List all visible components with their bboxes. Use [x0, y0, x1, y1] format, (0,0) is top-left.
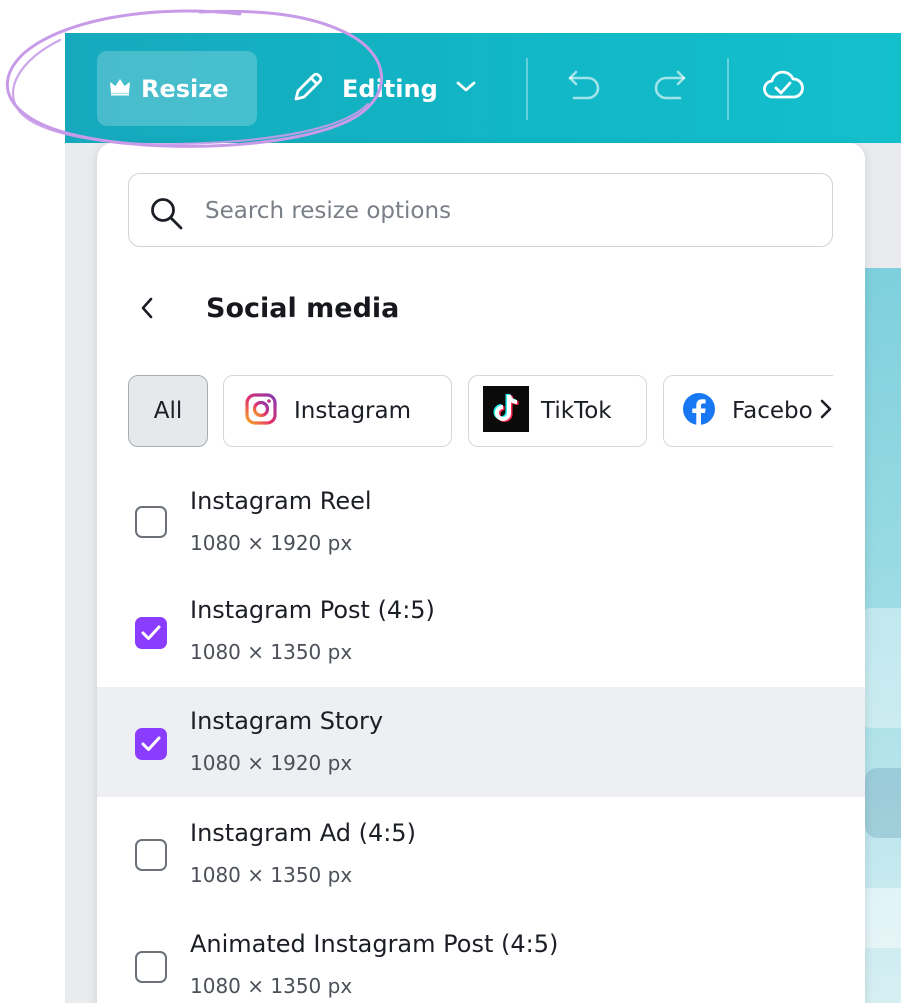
search-box[interactable]	[128, 173, 833, 247]
checkbox-checked[interactable]	[135, 617, 167, 649]
size-option-name: Instagram Ad (4:5)	[190, 819, 416, 847]
toolbar-divider	[526, 58, 528, 120]
size-option-name: Animated Instagram Post (4:5)	[190, 930, 559, 958]
redo-icon	[652, 70, 692, 106]
filter-chip-all[interactable]: All	[128, 375, 208, 447]
size-option-dimensions: 1080 × 1350 px	[190, 974, 353, 998]
resize-panel: Social media All Instagram	[97, 143, 865, 1003]
filter-chip-facebook[interactable]: Facebo	[663, 375, 833, 447]
checkbox[interactable]	[135, 506, 167, 538]
size-option-name: Instagram Reel	[190, 487, 372, 515]
scroll-right-button[interactable]	[815, 393, 837, 429]
instagram-icon	[244, 392, 278, 430]
filter-chip-label: All	[153, 398, 183, 424]
filter-chip-label: TikTok	[541, 398, 612, 424]
size-option[interactable]: Instagram Story 1080 × 1920 px	[97, 687, 865, 797]
resize-button[interactable]: Resize	[97, 51, 257, 126]
chevron-right-icon	[819, 398, 833, 424]
size-option-dimensions: 1080 × 1920 px	[190, 751, 353, 775]
section-title: Social media	[206, 293, 400, 324]
save-status-button[interactable]	[757, 60, 809, 116]
search-icon	[151, 198, 183, 230]
editing-mode-button[interactable]: Editing	[290, 51, 505, 126]
size-option-name: Instagram Story	[190, 707, 384, 735]
checkbox[interactable]	[135, 839, 167, 871]
facebook-icon	[682, 392, 716, 430]
back-button[interactable]	[137, 283, 167, 333]
size-option[interactable]: Instagram Reel 1080 × 1920 px	[97, 466, 865, 576]
checkmark-icon	[141, 625, 161, 640]
resize-label: Resize	[141, 74, 229, 103]
tiktok-icon	[483, 386, 529, 436]
pencil-icon	[290, 69, 326, 109]
size-option-name: Instagram Post (4:5)	[190, 596, 435, 624]
checkbox-checked[interactable]	[135, 728, 167, 760]
size-option-dimensions: 1080 × 1350 px	[190, 863, 353, 887]
filter-chip-tiktok[interactable]: TikTok	[468, 375, 647, 447]
filter-chip-label: Facebo	[732, 398, 813, 424]
size-option[interactable]: Instagram Post (4:5) 1080 × 1350 px	[97, 576, 865, 686]
toolbar-divider	[727, 58, 729, 120]
redo-button[interactable]	[646, 60, 698, 116]
checkbox[interactable]	[135, 951, 167, 983]
crown-icon	[109, 78, 131, 100]
editing-label: Editing	[342, 74, 438, 103]
size-option-dimensions: 1080 × 1350 px	[190, 640, 353, 664]
size-option[interactable]: Animated Instagram Post (4:5) 1080 × 135…	[97, 909, 865, 1003]
size-option-dimensions: 1080 × 1920 px	[190, 531, 353, 555]
chevron-left-icon	[137, 288, 167, 328]
filter-chip-label: Instagram	[294, 398, 412, 424]
chevron-down-icon	[454, 79, 478, 99]
cloud-check-icon	[762, 69, 804, 107]
checkmark-icon	[141, 736, 161, 751]
filter-chip-instagram[interactable]: Instagram	[223, 375, 452, 447]
undo-button[interactable]	[556, 60, 608, 116]
undo-icon	[562, 70, 602, 106]
resize-screen: Resize Editing Search resize options Soc…	[0, 0, 901, 1003]
size-option[interactable]: Instagram Ad (4:5) 1080 × 1350 px	[97, 799, 865, 909]
search-input[interactable]	[203, 188, 807, 234]
